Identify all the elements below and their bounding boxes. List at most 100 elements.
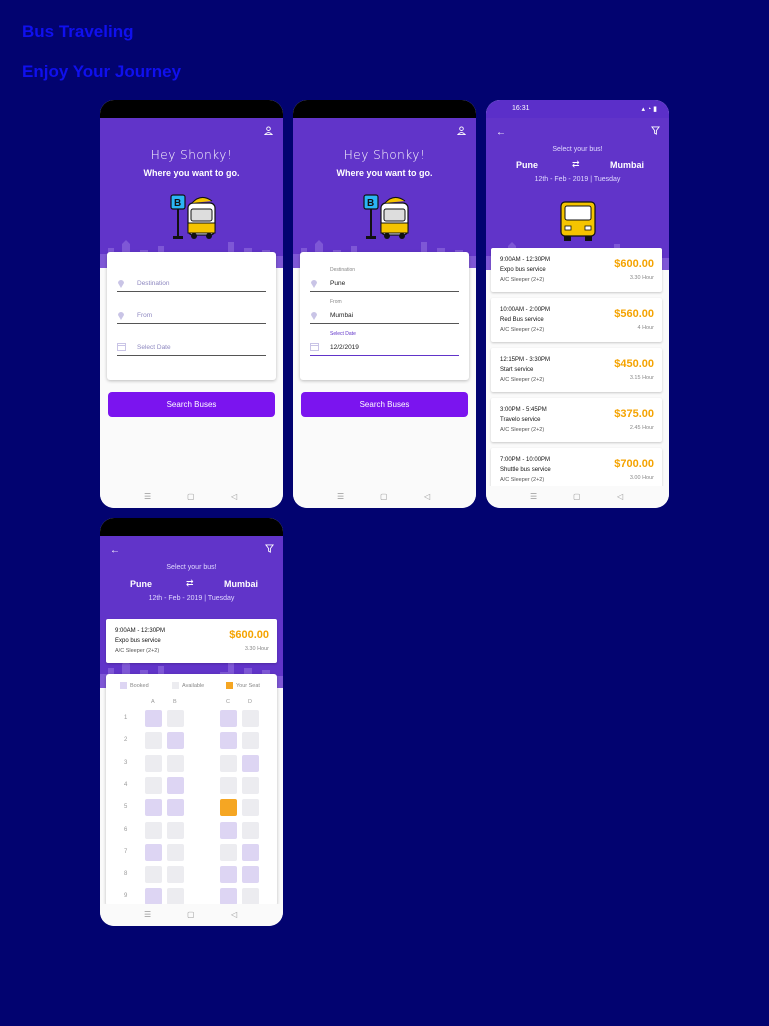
seat-available[interactable] [145, 732, 162, 750]
bus-duration: 3.30 Hour [629, 275, 654, 281]
search-buses-button[interactable]: Search Buses [301, 392, 468, 417]
seat-available[interactable] [242, 888, 259, 906]
from-field[interactable]: From [117, 309, 266, 324]
header-banner: ← Select your bus! Pune ⇄ Mumbai 12th - … [100, 536, 283, 688]
seat-available[interactable] [220, 754, 237, 772]
bus-time: 9:00AM - 12:30PM [500, 257, 551, 263]
seat-available[interactable] [167, 866, 184, 884]
seat-available[interactable] [167, 843, 184, 861]
bus-time: 7:00PM - 10:00PM [500, 457, 551, 463]
home-icon[interactable]: ▢ [187, 492, 195, 501]
android-nav-bar: ☰ ▢ ◁ [293, 486, 476, 508]
bus-price: $600.00 [229, 629, 269, 641]
date-field[interactable]: Select Date 12/2/2019 [310, 331, 459, 356]
filter-icon[interactable] [265, 544, 274, 553]
bus-card[interactable]: 12:15PM - 3:30PM Start service A/C Sleeper… [491, 348, 662, 392]
date-field[interactable]: Select Date [117, 341, 266, 356]
bus-card[interactable]: 3:00PM - 5:45PM Travelo service A/C Sleepe… [491, 398, 662, 442]
menu-icon[interactable]: ☰ [144, 910, 151, 919]
destination-value: Pune [330, 280, 346, 287]
date-label: Select Date [330, 331, 356, 337]
search-form-card: Destination From Select Date [107, 252, 276, 380]
bus-time: 3:00PM - 5:45PM [500, 407, 547, 413]
seat-booked[interactable] [220, 888, 237, 906]
seat-available[interactable] [145, 754, 162, 772]
seat-available[interactable] [167, 821, 184, 839]
seat-available[interactable] [242, 710, 259, 727]
user-icon[interactable] [264, 126, 273, 135]
seat-booked[interactable] [220, 710, 237, 727]
bus-type: A/C Sleeper (2+2) [500, 377, 545, 383]
calendar-icon [310, 343, 319, 351]
back-icon[interactable]: ◁ [424, 492, 430, 501]
swap-icon[interactable]: ⇄ [572, 159, 580, 170]
phone-screen-search-filled: Hey Shonky! Where you want to go. B Dest… [293, 100, 476, 508]
menu-icon[interactable]: ☰ [337, 492, 344, 501]
back-icon[interactable]: ◁ [231, 910, 237, 919]
from-city: Pune [516, 160, 539, 170]
seat-available[interactable] [167, 888, 184, 906]
seat-booked[interactable] [145, 799, 162, 817]
seat-selected[interactable] [220, 799, 237, 817]
bus-price: $600.00 [614, 258, 654, 270]
row-number: 1 [124, 715, 128, 721]
seat-available[interactable] [242, 776, 259, 794]
home-icon[interactable]: ▢ [187, 910, 195, 919]
destination-field[interactable]: Destination Pune [310, 267, 459, 292]
seat-booked[interactable] [220, 821, 237, 839]
swap-icon[interactable]: ⇄ [186, 578, 194, 589]
menu-icon[interactable]: ☰ [144, 492, 151, 501]
date-value: 12/2/2019 [330, 344, 359, 351]
back-arrow-icon[interactable]: ← [110, 545, 120, 556]
back-icon[interactable]: ◁ [231, 492, 237, 501]
filter-icon[interactable] [651, 126, 660, 135]
seat-available[interactable] [167, 710, 184, 727]
phone-screen-seat-selection: ← Select your bus! Pune ⇄ Mumbai 12th - … [100, 518, 283, 926]
menu-icon[interactable]: ☰ [530, 492, 537, 501]
seat-available[interactable] [220, 843, 237, 861]
seat-booked[interactable] [145, 710, 162, 727]
seat-booked[interactable] [167, 732, 184, 750]
seat-booked[interactable] [220, 732, 237, 750]
seat-available[interactable] [145, 866, 162, 884]
search-buses-button[interactable]: Search Buses [108, 392, 275, 417]
seat-available[interactable] [220, 776, 237, 794]
user-icon[interactable] [457, 126, 466, 135]
seat-available[interactable] [145, 821, 162, 839]
destination-field[interactable]: Destination [117, 277, 266, 292]
seat-booked[interactable] [220, 866, 237, 884]
android-nav-bar: ☰ ▢ ◁ [100, 486, 283, 508]
from-field[interactable]: From Mumbai [310, 299, 459, 324]
legend-available-label: Available [182, 682, 205, 689]
seat-available[interactable] [242, 799, 259, 817]
phone-screen-search-empty: Hey Shonky! Where you want to go. B Dest… [100, 100, 283, 508]
seat-booked[interactable] [167, 799, 184, 817]
seat-available[interactable] [242, 732, 259, 750]
seat-available[interactable] [167, 754, 184, 772]
home-icon[interactable]: ▢ [380, 492, 388, 501]
bus-price: $700.00 [614, 458, 654, 470]
seat-booked[interactable] [242, 754, 259, 772]
home-icon[interactable]: ▢ [573, 492, 581, 501]
seat-booked[interactable] [242, 843, 259, 861]
android-nav-bar: ☰ ▢ ◁ [486, 486, 669, 508]
seat-booked[interactable] [145, 888, 162, 906]
svg-text:B: B [174, 198, 181, 209]
to-city: Mumbai [610, 160, 645, 170]
prompt: Where you want to go. [336, 168, 433, 178]
bus-time: 12:15PM - 3:30PM [500, 357, 551, 363]
status-bar [293, 100, 476, 118]
seat-available[interactable] [145, 776, 162, 794]
bus-card[interactable]: 9:00AM - 12:30PM Expo bus service A/C Slee… [491, 248, 662, 292]
bus-duration: 3.15 Hour [629, 375, 654, 381]
back-arrow-icon[interactable]: ← [496, 127, 506, 138]
selected-bus-card[interactable]: 9:00AM - 12:30PM Expo bus service A/C Sl… [106, 619, 277, 663]
seat-booked[interactable] [242, 866, 259, 884]
back-icon[interactable]: ◁ [617, 492, 623, 501]
bus-type: A/C Sleeper (2+2) [500, 277, 545, 283]
seat-available[interactable] [242, 821, 259, 839]
seat-booked[interactable] [145, 843, 162, 861]
column-header: B [173, 699, 177, 705]
seat-booked[interactable] [167, 776, 184, 794]
bus-card[interactable]: 10:00AM - 2:00PM Red Bus service A/C Sleep… [491, 298, 662, 342]
